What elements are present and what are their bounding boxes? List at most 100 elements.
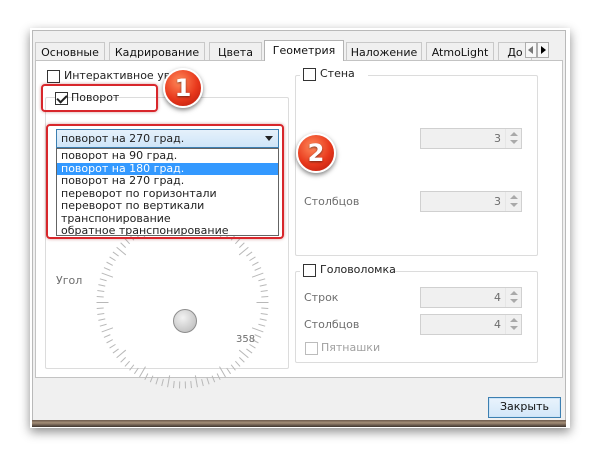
angle-value: 358: [236, 334, 256, 345]
dial-tick: [149, 375, 154, 383]
dial-tick: [258, 323, 266, 327]
spin-up-icon[interactable]: [510, 318, 518, 322]
wall-rows-spinbox[interactable]: 3: [420, 128, 522, 149]
puzzle-rows-spin-arrows[interactable]: [505, 288, 521, 307]
dial-tick: [226, 367, 232, 375]
dial-tick: [109, 256, 116, 262]
dial-tick: [112, 348, 119, 354]
puzzle-label: Головоломка: [320, 263, 396, 276]
step-badge-1: 1: [163, 68, 203, 108]
wall-checkbox[interactable]: [303, 68, 316, 81]
puzzle-columns-label: Столбцов: [304, 318, 360, 331]
dial-tick: [206, 377, 210, 385]
fifteen-checkbox[interactable]: [305, 342, 318, 355]
angle-label: Угол: [56, 274, 83, 287]
dial-tick: [190, 381, 192, 389]
dial-tick: [120, 242, 127, 248]
dial-tick: [234, 238, 241, 245]
wall-columns-value: 3: [494, 195, 501, 208]
wall-columns-spinbox[interactable]: 3: [420, 191, 522, 212]
tab-geometry[interactable]: Геометрия: [264, 40, 344, 61]
puzzle-columns-spinbox[interactable]: 4: [420, 314, 522, 335]
dial-tick: [109, 343, 116, 349]
spin-down-icon[interactable]: [510, 299, 518, 303]
dial-tick: [234, 360, 241, 367]
puzzle-columns-spin-arrows[interactable]: [505, 315, 521, 334]
puzzle-checkbox[interactable]: [303, 264, 316, 277]
dial-tick: [211, 375, 216, 383]
dial-tick: [260, 290, 268, 293]
highlight-rotate-dropdown: [46, 124, 284, 239]
dial-tick: [103, 267, 111, 271]
dial-tick: [252, 261, 259, 266]
angle-dial-knob[interactable]: [173, 309, 197, 333]
step-badge-2: 2: [296, 133, 336, 173]
puzzle-rows-label: Строк: [304, 291, 339, 304]
tab-scroll-right-icon[interactable]: [537, 42, 549, 58]
dial-tick: [194, 375, 198, 388]
tab-scroll-left-icon[interactable]: [525, 42, 537, 58]
dial-tick: [173, 381, 175, 389]
highlight-rotate-checkbox: [41, 84, 158, 112]
dial-tick: [230, 364, 236, 371]
puzzle-rows-spinbox[interactable]: 4: [420, 287, 522, 308]
dial-tick: [97, 290, 105, 293]
spin-down-icon[interactable]: [510, 203, 518, 207]
dial-tick: [246, 251, 253, 257]
fifteen-label: Пятнашки: [321, 341, 381, 354]
tab-crop[interactable]: Кадрирование: [109, 42, 205, 60]
dial-tick: [139, 366, 146, 378]
dial-tick: [238, 242, 245, 248]
dial-tick: [106, 261, 113, 266]
wall-rows-value: 3: [494, 132, 501, 145]
dial-tick: [124, 360, 131, 367]
tab-overlay[interactable]: Наложение: [346, 42, 422, 60]
dial-tick: [144, 373, 149, 381]
dial-tick: [254, 334, 262, 338]
puzzle-rows-value: 4: [494, 291, 501, 304]
dial-tick: [101, 327, 114, 333]
spin-up-icon[interactable]: [510, 291, 518, 295]
dial-tick: [112, 251, 119, 257]
dial-tick: [167, 375, 171, 388]
dial-tick: [219, 366, 226, 378]
dial-tick: [260, 312, 268, 315]
dial-tick: [129, 364, 135, 371]
wall-columns-label: Столбцов: [304, 195, 360, 208]
spin-up-icon[interactable]: [510, 195, 518, 199]
dial-tick: [133, 367, 139, 375]
dial-tick: [251, 272, 264, 278]
dial-tick: [116, 246, 127, 256]
close-button[interactable]: Закрыть: [488, 397, 561, 418]
dial-tick: [106, 339, 113, 344]
dial-tick: [124, 238, 131, 245]
spin-down-icon[interactable]: [510, 140, 518, 144]
tab-atmolight[interactable]: AtmoLight: [426, 42, 494, 60]
dial-tick: [251, 327, 264, 333]
dial-tick: [216, 373, 221, 381]
dial-tick: [120, 357, 127, 363]
spin-up-icon[interactable]: [510, 132, 518, 136]
spin-down-icon[interactable]: [510, 326, 518, 330]
dial-tick: [259, 284, 267, 287]
dial-tick: [98, 318, 106, 321]
dial-tick: [254, 267, 262, 271]
wall-rows-spin-arrows[interactable]: [505, 129, 521, 148]
wall-columns-spin-arrows[interactable]: [505, 192, 521, 211]
dial-tick: [238, 246, 249, 256]
dial-tick: [98, 284, 106, 287]
dial-tick: [97, 312, 105, 315]
dial-tick: [99, 278, 107, 282]
dial-tick: [249, 256, 256, 262]
background-strip: [32, 420, 566, 427]
wall-group-title: Стена: [300, 67, 368, 82]
dial-tick: [258, 278, 266, 282]
interactive-zoom-checkbox[interactable]: [47, 70, 60, 83]
dial-tick: [116, 349, 127, 359]
dial-tick: [101, 272, 114, 278]
tab-basic[interactable]: Основные: [35, 42, 105, 60]
tab-colors[interactable]: Цвета: [209, 42, 262, 60]
dial-tick: [99, 323, 107, 327]
dial-tick: [103, 334, 111, 338]
dial-tick: [155, 377, 159, 385]
